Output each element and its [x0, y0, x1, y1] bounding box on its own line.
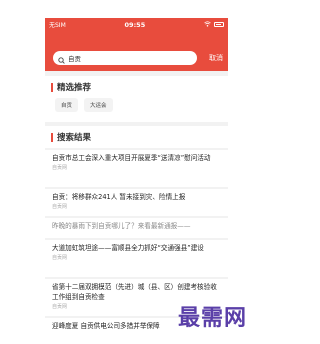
chip-list: 自贡 大运会	[45, 98, 228, 112]
carrier-label: 无SIM	[49, 22, 66, 29]
cancel-button[interactable]: 取消	[209, 51, 223, 65]
section-marker	[51, 82, 53, 92]
watermark: 最需网	[178, 305, 248, 331]
status-bar: 无SIM 09:55	[45, 18, 228, 31]
result-source: 自贡网	[52, 165, 68, 171]
search-input[interactable]	[68, 54, 178, 62]
result-item[interactable]: 大道加虹筑坦途——富顺县全力抓好“交通强县”建设 自贡网	[45, 240, 228, 277]
search-icon	[58, 49, 65, 68]
phone-screen: 无SIM 09:55 取消 精选推荐 自贡 大运会 搜索	[45, 18, 228, 344]
chip-dayunhui[interactable]: 大运会	[84, 98, 113, 112]
result-source: 自贡网	[52, 255, 68, 261]
result-item[interactable]: 自贡市总工会深入重大项目开展夏季“送清凉”慰问活动 自贡网	[45, 150, 228, 187]
result-title: 自贡：将移群众241人 暂未接到灾、险情上报	[52, 193, 186, 201]
result-title: 昨晚的暴雨下到自贡哪儿了？来看最新通报——	[52, 222, 191, 230]
result-title: 省第十二届双拥模范（先进）城（县、区）创建考核验收工作组到自贡检查	[52, 283, 217, 301]
status-time: 09:55	[124, 20, 146, 29]
result-title: 大道加虹筑坦途——富顺县全力抓好“交通强县”建设	[52, 244, 204, 252]
chip-zigong[interactable]: 自贡	[55, 98, 79, 112]
result-item[interactable]: 昨晚的暴雨下到自贡哪儿了？来看最新通报——	[45, 218, 228, 238]
section-marker	[51, 132, 53, 142]
result-title: 自贡市总工会深入重大项目开展夏季“送清凉”慰问活动	[52, 154, 211, 162]
search-header: 取消	[45, 31, 228, 71]
result-source: 自贡网	[52, 204, 68, 210]
search-box[interactable]	[53, 51, 197, 65]
results-header: 搜索结果	[45, 126, 228, 148]
result-item[interactable]: 自贡：将移群众241人 暂未接到灾、险情上报 自贡网	[45, 189, 228, 216]
results-title: 搜索结果	[57, 133, 92, 143]
featured-title: 精选推荐	[57, 83, 92, 93]
featured-section: 精选推荐 自贡 大运会	[45, 76, 228, 122]
wifi-icon	[204, 20, 211, 29]
battery-icon	[214, 22, 224, 27]
